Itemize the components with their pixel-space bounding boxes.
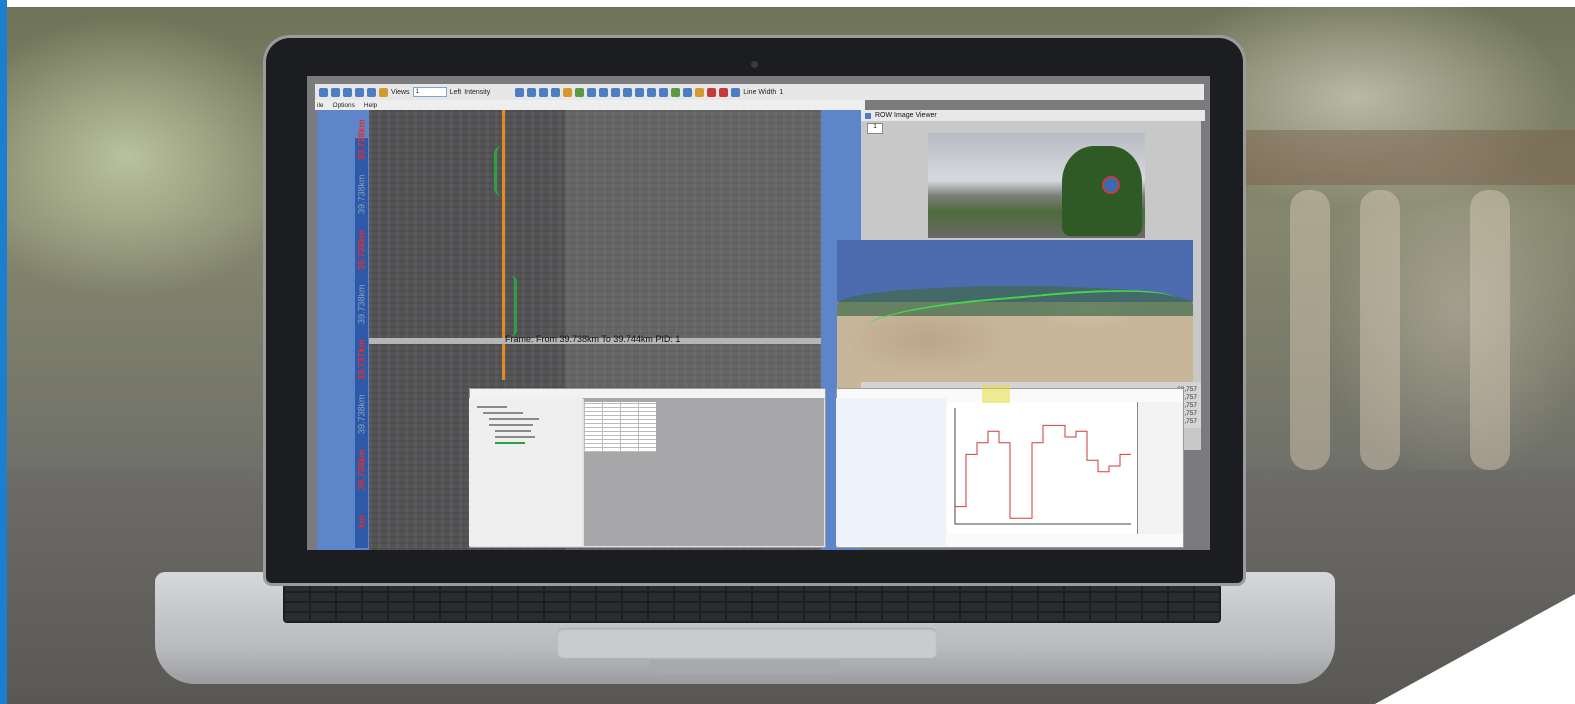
balcony-pillar [1290,190,1330,470]
zoom-out-icon[interactable] [355,87,364,97]
redo-icon[interactable] [623,87,633,97]
chainage-label: 39.737km [356,339,367,380]
line-width-label: Line Width [743,88,777,96]
last-icon[interactable] [551,87,561,97]
corner-triangle [1375,594,1575,704]
line-width-select[interactable]: 1 [779,89,809,96]
laptop-keyboard [283,583,1221,623]
tree-item[interactable] [489,424,533,426]
viewer-icon [865,112,871,119]
frame-caption: Frame: From 39.738km To 39.744km PID: 1 [505,334,681,344]
no-parking-sign-icon [1102,176,1120,194]
record-icon[interactable] [707,87,717,97]
project-tree[interactable] [469,398,582,546]
chart-series-line [955,424,1131,519]
laptop-trackpad [557,628,937,658]
tree-item[interactable] [489,418,539,420]
photo-trees [1062,146,1142,236]
edit-icon[interactable] [379,87,388,97]
nav-back-icon[interactable] [515,87,525,97]
chainage-label: 39.738km [356,394,367,435]
views-input[interactable]: 1 [412,87,447,97]
chainage-label: 39.738km [356,284,367,325]
mode-select[interactable]: Intensity [464,89,512,96]
tree-item[interactable] [495,442,525,444]
row-viewer-tab[interactable]: 1 [867,123,883,134]
tree-item[interactable] [483,412,523,414]
balcony-pillar [1360,190,1400,470]
chainage-label: km [356,514,367,528]
chainage-label: 39.738km [356,229,367,270]
profile-chart [947,402,1137,534]
photo-scene: Views 1 Left Intensity Line Width 1 ile … [0,0,1575,704]
folder-icon[interactable] [695,87,705,97]
menu-options[interactable]: Options [333,102,355,109]
first-icon[interactable] [539,87,549,97]
zoom-in-icon[interactable] [343,87,352,97]
chart-svg [954,408,1131,525]
main-toolbar: Views 1 Left Intensity Line Width 1 [315,84,1204,100]
menu-file[interactable]: ile [317,102,324,109]
measure-icon[interactable] [367,87,376,97]
views-label: Views [391,88,410,96]
chainage-label: 39.738km [356,174,367,215]
row-viewer-title: ROW Image Viewer [875,112,937,119]
side-label: Left [449,88,462,96]
chart-tree[interactable] [836,398,946,546]
line-icon[interactable] [731,87,741,97]
menu-bar: ile Options Help [315,100,865,110]
laptop-notch [650,660,840,674]
tree-item[interactable] [495,430,531,432]
camera-icon [751,61,758,68]
crack-detection [506,276,517,336]
undo-icon[interactable] [611,87,621,97]
tree-item[interactable] [495,436,535,438]
close-icon[interactable] [719,87,729,97]
select-icon[interactable] [319,87,328,97]
nav-forward-icon[interactable] [527,87,537,97]
chainage-label: 39.738km [356,119,367,160]
accent-bar [0,0,7,704]
top-border [0,0,1575,7]
chart-legend-pane [1137,402,1183,534]
play-icon[interactable] [671,87,681,97]
crack-detection [494,146,509,196]
window-icon[interactable] [635,87,645,97]
grid-icon[interactable] [587,87,597,97]
layer-icon[interactable] [575,87,585,97]
pan-icon[interactable] [331,87,340,97]
copy-icon[interactable] [647,87,657,97]
star-icon[interactable] [563,87,573,97]
stop-icon[interactable] [683,87,693,97]
export-icon[interactable] [659,87,669,97]
attribute-table[interactable] [584,402,656,452]
pencil-icon[interactable] [599,87,609,97]
selection-highlight [982,385,1010,403]
balcony-pillar [1470,190,1510,470]
menu-help[interactable]: Help [364,102,377,109]
laptop-screen: Views 1 Left Intensity Line Width 1 ile … [307,76,1210,550]
tree-item[interactable] [477,406,507,408]
balcony-rail [1240,130,1575,185]
row-viewer-header: ROW Image Viewer [861,110,1205,121]
chainage-label: 39.738km [356,449,367,490]
